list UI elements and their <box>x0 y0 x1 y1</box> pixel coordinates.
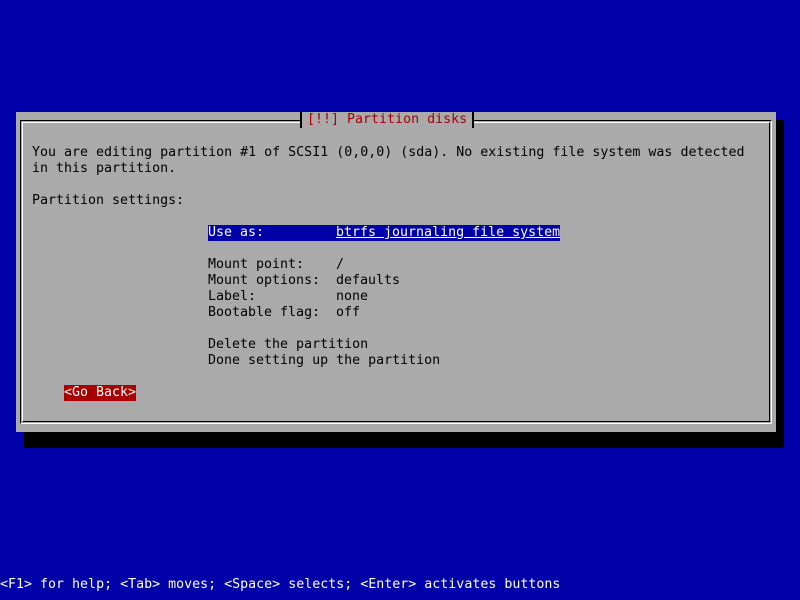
setting-bootable-flag[interactable]: Bootable flag: off <box>208 305 360 321</box>
go-back-button[interactable]: <Go Back> <box>64 385 137 401</box>
status-bar-help: <F1> for help; <Tab> moves; <Space> sele… <box>0 577 561 592</box>
setting-key: Mount options: <box>208 273 321 288</box>
setting-mount-point[interactable]: Mount point: / <box>208 257 344 273</box>
setting-key: Use as: <box>208 225 265 240</box>
setting-mount-options[interactable]: Mount options: defaults <box>208 273 400 289</box>
partition-settings-heading: Partition settings: <box>32 193 185 208</box>
setting-label[interactable]: Label: none <box>208 289 368 305</box>
setting-key: Bootable flag: <box>208 305 321 320</box>
setting-use-as[interactable]: Use as: btrfs journaling file system <box>208 225 561 241</box>
setting-value: off <box>336 305 361 320</box>
partition-dialog: [!!] Partition disks You are editing par… <box>16 112 776 432</box>
intro-text-line-2: in this partition. <box>32 161 177 176</box>
done-setting-up-item[interactable]: Done setting up the partition <box>208 353 440 369</box>
setting-value: none <box>336 289 369 304</box>
setting-value: / <box>336 257 345 272</box>
intro-text-line-1: You are editing partition #1 of SCSI1 (0… <box>32 145 745 160</box>
setting-key: Mount point: <box>208 257 305 272</box>
delete-partition-item[interactable]: Delete the partition <box>208 337 368 353</box>
setting-value: btrfs journaling file system <box>336 225 561 240</box>
setting-key: Label: <box>208 289 257 304</box>
setting-value: defaults <box>336 273 401 288</box>
dialog-title: [!!] Partition disks <box>300 112 475 128</box>
